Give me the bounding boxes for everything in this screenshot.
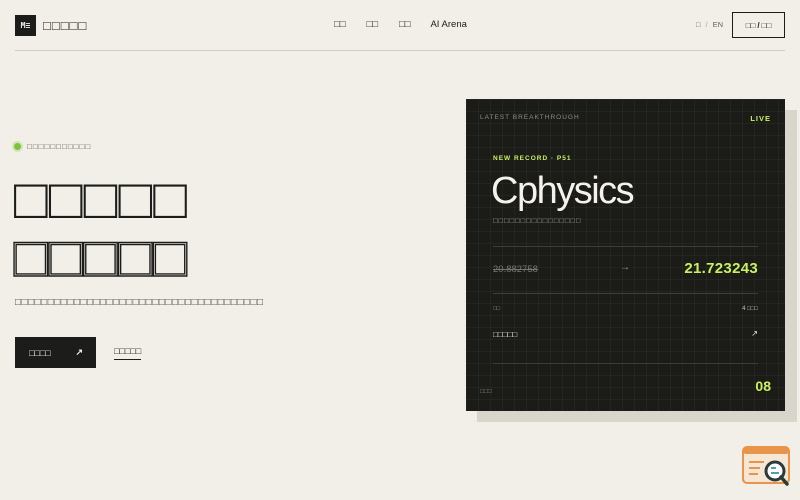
lang-en[interactable]: EN	[713, 20, 723, 29]
record-detail-link[interactable]: □□□□□	[493, 330, 517, 339]
logo-mark-icon: M≡	[15, 15, 36, 36]
card-divider-1	[493, 246, 758, 247]
primary-cta-label: □□□□	[29, 347, 51, 358]
live-badge: LIVE	[750, 114, 771, 123]
header-cta-right: □□	[761, 20, 772, 30]
arrow-right-icon: →	[620, 262, 630, 273]
header-cta-button[interactable]: □□ / □□	[732, 12, 785, 38]
card-divider-3	[493, 363, 758, 364]
search-magnifier-icon	[742, 446, 790, 486]
card-footer-label: □□□	[480, 388, 492, 395]
language-switcher: □ / EN	[696, 20, 723, 29]
hero-title-line-1: □□□□□	[14, 167, 189, 230]
nav-item-2[interactable]: □□	[366, 19, 377, 30]
record-title: Cphysics	[491, 170, 635, 212]
hero-description: □□□□□□□□□□□□□□□□□□□□□□□□□□□□□□□□□□□□□□	[15, 297, 264, 308]
status-text: □□□□□□□□□□□	[27, 142, 92, 151]
lang-current[interactable]: □	[696, 20, 701, 29]
search-widget-icon[interactable]	[742, 446, 790, 486]
arrow-up-right-icon: ↗	[75, 347, 83, 357]
logo[interactable]: M≡ □□□□□	[15, 15, 87, 36]
card-eyebrow: LATEST BREAKTHROUGH	[480, 114, 580, 121]
nav-item-ai-arena[interactable]: AI Arena	[430, 19, 466, 30]
record-meta-label: □□	[493, 306, 501, 312]
header-cta-separator: /	[757, 20, 760, 30]
status-indicator: □□□□□□□□□□□	[14, 142, 91, 151]
lang-separator: /	[705, 20, 708, 29]
header-cta-left: □□	[745, 20, 756, 30]
header-divider	[15, 50, 785, 51]
arrow-up-right-icon[interactable]: ↗	[751, 329, 758, 338]
main-nav: □□ □□ □□ AI Arena	[334, 19, 467, 30]
latest-record-card: LATEST BREAKTHROUGH LIVE NEW RECORD · P5…	[466, 99, 785, 411]
record-tag: NEW RECORD · P51	[493, 155, 572, 162]
card-footer-number: 08	[755, 378, 771, 394]
status-dot-icon	[14, 143, 21, 150]
nav-item-3[interactable]: □□	[399, 19, 410, 30]
previous-record-value: 20.882758	[493, 264, 538, 275]
new-record-value: 21.723243	[684, 260, 758, 277]
primary-cta-button[interactable]: □□□□ ↗	[15, 337, 96, 368]
logo-text: □□□□□	[43, 18, 88, 33]
nav-item-1[interactable]: □□	[334, 19, 345, 30]
site-header: M≡ □□□□□ □□ □□ □□ AI Arena □ / EN □□ / □…	[0, 0, 800, 50]
record-subtitle: □□□□□□□□□□□□□□□□	[493, 216, 582, 225]
hero-title-line-2-outline: □□□□□	[13, 225, 189, 288]
secondary-link[interactable]: □□□□□	[114, 346, 142, 360]
record-meta-count: 4 □□□	[742, 306, 758, 312]
card-divider-2	[493, 293, 758, 294]
